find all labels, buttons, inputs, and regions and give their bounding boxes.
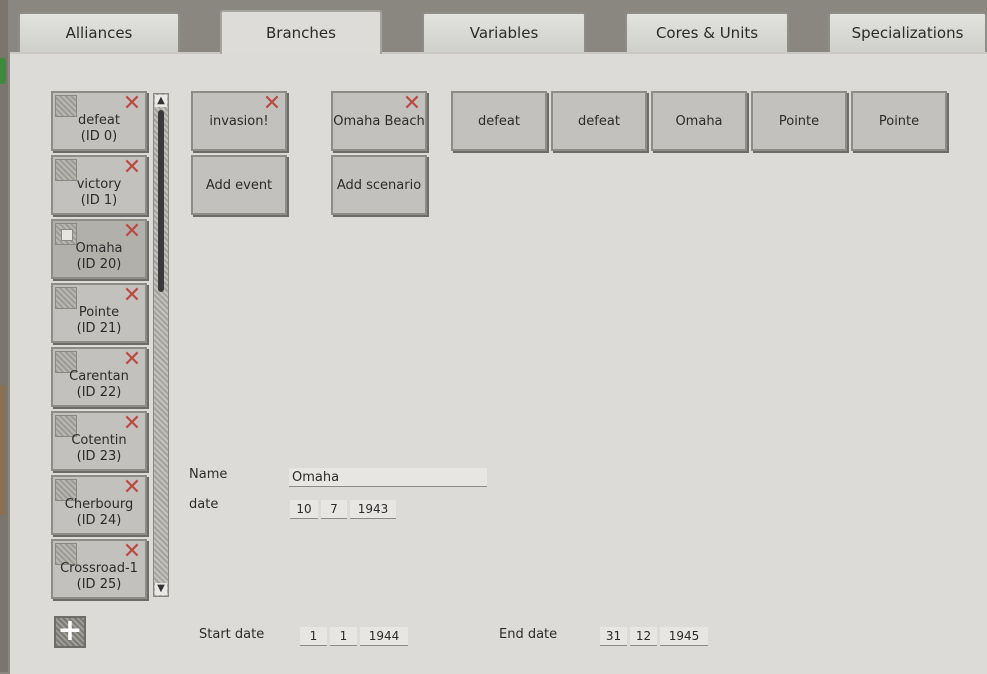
- close-icon[interactable]: ✕: [122, 349, 142, 371]
- branch-item[interactable]: ✕ Cotentin (ID 23): [51, 411, 147, 471]
- branch-name: Cotentin: [71, 433, 127, 448]
- add-scenario-label: Add scenario: [336, 177, 422, 193]
- branch-name: victory: [76, 177, 122, 192]
- start-year-field[interactable]: 1944: [360, 627, 408, 646]
- name-input[interactable]: [289, 468, 487, 487]
- add-event-label: Add event: [205, 177, 273, 193]
- end-month-field[interactable]: 12: [630, 627, 657, 646]
- end-day-field[interactable]: 31: [600, 627, 627, 646]
- start-month-field[interactable]: 1: [330, 627, 357, 646]
- close-icon[interactable]: ✕: [122, 285, 142, 307]
- outcome-button[interactable]: defeat: [551, 91, 647, 151]
- branch-list-scrollbar[interactable]: ▲ ▼: [153, 93, 169, 597]
- date-year-field[interactable]: 1943: [350, 500, 396, 519]
- close-icon[interactable]: ✕: [122, 221, 142, 243]
- close-icon[interactable]: ✕: [122, 157, 142, 179]
- plus-icon: +: [57, 613, 83, 648]
- outcome-label: defeat: [478, 113, 520, 129]
- branch-id: (ID 20): [76, 257, 122, 272]
- edge-green-marker: [0, 58, 6, 84]
- outcome-button[interactable]: defeat: [451, 91, 547, 151]
- outcome-label: Pointe: [878, 113, 920, 129]
- outcome-label: defeat: [578, 113, 620, 129]
- tab-alliances[interactable]: Alliances: [18, 12, 180, 52]
- tab-branches[interactable]: Branches: [220, 10, 382, 54]
- date-day-field[interactable]: 10: [290, 500, 318, 519]
- branch-id: (ID 1): [80, 193, 118, 208]
- branch-item[interactable]: ✕ defeat (ID 0): [51, 91, 147, 151]
- add-branch-button[interactable]: +: [54, 616, 86, 648]
- outcome-button[interactable]: Omaha: [651, 91, 747, 151]
- outcome-button[interactable]: Pointe: [751, 91, 847, 151]
- add-scenario-button[interactable]: Add scenario: [331, 155, 427, 215]
- branch-item[interactable]: ✕ Pointe (ID 21): [51, 283, 147, 343]
- tab-cores-units[interactable]: Cores & Units: [625, 12, 789, 52]
- branch-id: (ID 25): [76, 577, 122, 592]
- close-icon[interactable]: ✕: [262, 93, 282, 115]
- tab-specializations[interactable]: Specializations: [828, 12, 987, 52]
- branch-name: Cherbourg: [64, 497, 134, 512]
- left-edge-strip: [0, 0, 8, 672]
- branch-name: Pointe: [78, 305, 120, 320]
- branch-name: Omaha: [75, 241, 123, 256]
- tab-variables[interactable]: Variables: [422, 12, 586, 52]
- outcome-button[interactable]: Pointe: [851, 91, 947, 151]
- event-item[interactable]: invasion! ✕: [191, 91, 287, 151]
- date-month-field[interactable]: 7: [321, 500, 347, 519]
- branch-name: Carentan: [69, 369, 129, 384]
- close-icon[interactable]: ✕: [122, 93, 142, 115]
- branch-name: defeat: [78, 113, 120, 128]
- close-icon[interactable]: ✕: [122, 477, 142, 499]
- scroll-down-icon[interactable]: ▼: [155, 583, 167, 595]
- branch-name: Crossroad-1: [60, 561, 138, 576]
- branch-id: (ID 21): [76, 321, 122, 336]
- outcome-label: Pointe: [778, 113, 820, 129]
- edge-brown-marker: [0, 385, 6, 515]
- branch-item-selected[interactable]: ✕ Omaha (ID 20): [51, 219, 147, 279]
- scroll-up-icon[interactable]: ▲: [155, 95, 167, 107]
- event-label: invasion!: [209, 113, 269, 129]
- branch-item[interactable]: ✕ Crossroad-1 (ID 25): [51, 539, 147, 599]
- tab-bar: Alliances Branches Variables Cores & Uni…: [0, 0, 987, 54]
- name-label: Name: [189, 467, 228, 482]
- branch-item[interactable]: ✕ victory (ID 1): [51, 155, 147, 215]
- add-event-button[interactable]: Add event: [191, 155, 287, 215]
- branch-id: (ID 23): [76, 449, 122, 464]
- branch-id: (ID 0): [80, 129, 118, 144]
- close-icon[interactable]: ✕: [402, 93, 422, 115]
- start-date-label: Start date: [199, 627, 265, 642]
- branch-id: (ID 24): [76, 513, 122, 528]
- end-year-field[interactable]: 1945: [660, 627, 708, 646]
- end-date-label: End date: [499, 627, 558, 642]
- branch-id: (ID 22): [76, 385, 122, 400]
- outcome-label: Omaha: [675, 113, 723, 129]
- close-icon[interactable]: ✕: [122, 413, 142, 435]
- branch-item[interactable]: ✕ Carentan (ID 22): [51, 347, 147, 407]
- scenario-item[interactable]: Omaha Beach ✕: [331, 91, 427, 151]
- close-icon[interactable]: ✕: [122, 541, 142, 563]
- start-day-field[interactable]: 1: [300, 627, 327, 646]
- scroll-thumb[interactable]: [158, 110, 164, 292]
- branch-item[interactable]: ✕ Cherbourg (ID 24): [51, 475, 147, 535]
- date-label: date: [189, 497, 219, 512]
